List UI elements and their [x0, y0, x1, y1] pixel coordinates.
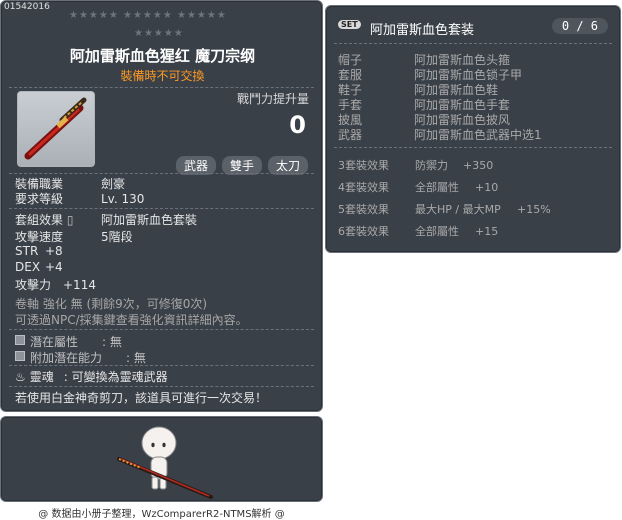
divider — [334, 147, 612, 148]
level-row: 要求等級 Lv. 130 — [15, 190, 144, 207]
footer-credit: @ 数据由小册子整理，WzComparerR2-NTMS解析 @ — [38, 509, 285, 520]
power-increase-label: 戰鬥力提升量 — [237, 92, 310, 106]
set-name: 阿加雷斯血色套装 — [370, 23, 475, 38]
divider — [9, 329, 314, 330]
set-info-panel: SET 阿加雷斯血色套装 0 / 6 帽子 阿加雷斯血色头箍 套服 阿加雷斯血色锁子… — [325, 5, 621, 253]
star-force-row-2: ★★★★★ — [134, 28, 184, 39]
set-part-name: 阿加雷斯血色锁子甲 — [414, 68, 523, 82]
power-increase-value: 0 — [289, 111, 306, 139]
trade-restriction: 裝備時不可交換 — [120, 69, 205, 83]
set-bonus-tier: 6套裝效果 — [338, 225, 389, 238]
soul-row: ♨ 靈魂 : 可變換為靈魂武器 — [15, 368, 168, 385]
soul-label: 靈魂 — [29, 370, 54, 384]
set-bonus-stat: 全部屬性 — [415, 225, 459, 238]
attack-speed-row: 攻擊速度 5階段 — [15, 228, 133, 245]
attack-row: 攻擊力 +114 — [15, 276, 96, 293]
str-label: STR — [15, 244, 39, 258]
item-tooltip-panel: 01542016 ★★★★★ ★★★★★ ★★★★★ ★★★★★ 阿加雷斯血色猩… — [0, 0, 323, 412]
dex-value: +4 — [45, 260, 63, 274]
potential-label: 潛在屬性 — [30, 335, 79, 349]
set-bonus-value: +350 — [463, 159, 494, 172]
str-row: STR +8 — [15, 244, 63, 258]
set-bonus-value: +15% — [517, 203, 551, 216]
set-part-row: 武器 阿加雷斯血色武器中选1 — [338, 126, 542, 143]
divider — [334, 43, 612, 44]
character-preview-panel — [0, 416, 323, 502]
set-equipped-count: 0 / 6 — [551, 18, 608, 34]
level-value: Lv. 130 — [101, 192, 145, 206]
job-value: 劍豪 — [101, 177, 126, 191]
dex-row: DEX +4 — [15, 260, 63, 274]
set-bonus-tier: 5套裝效果 — [338, 203, 389, 216]
str-value: +8 — [45, 244, 63, 258]
item-id: 01542016 — [4, 2, 50, 12]
set-bonus-row: 4套裝效果 全部屬性 +10 — [338, 179, 498, 195]
scissors-note: 若使用白金神奇剪刀，該道具可進行一次交易！ — [15, 391, 268, 405]
set-bonus-tier: 3套裝效果 — [338, 159, 389, 172]
set-bonus-stat: 防禦力 — [415, 159, 448, 172]
soul-flame-icon: ♨ — [15, 370, 26, 384]
set-bonus-tier: 4套裝效果 — [338, 181, 389, 194]
potential-value: : 無 — [102, 335, 122, 349]
potential-icon — [15, 335, 25, 345]
item-icon-frame — [17, 91, 95, 167]
set-part-name: 阿加雷斯血色鞋 — [414, 83, 499, 97]
set-part-name: 阿加雷斯血色武器中选1 — [414, 128, 542, 142]
level-label: 要求等級 — [15, 192, 64, 206]
set-part-name: 阿加雷斯血色披风 — [414, 113, 511, 127]
set-part-slot: 武器 — [338, 128, 363, 142]
bonus-potential-label: 附加潛在能力 — [30, 351, 103, 365]
set-effect-value: 阿加雷斯血色套裝 — [101, 213, 198, 227]
attack-value: +114 — [63, 278, 96, 292]
star-force-row-1: ★★★★★ ★★★★★ ★★★★★ — [69, 10, 227, 21]
scroll-hint: 可透過NPC/採集鍵查看強化資訊詳細內容。 — [15, 313, 248, 327]
divider — [9, 365, 314, 366]
scroll-upgrade-line: 卷軸 強化 無 (剩餘9次，可修復0次) — [15, 297, 208, 311]
set-bonus-stat: 全部屬性 — [415, 181, 459, 194]
bonus-potential-value: : 無 — [126, 351, 146, 365]
set-badge: SET — [338, 20, 361, 29]
set-bonus-stat: 最大HP / 最大MP — [415, 203, 501, 216]
katana-icon — [24, 97, 87, 160]
lock-icon: ▯ — [66, 213, 74, 227]
divider — [9, 87, 314, 88]
set-bonus-value: +10 — [475, 181, 499, 194]
set-bonus-row: 5套裝效果 最大HP / 最大MP +15% — [338, 201, 551, 217]
set-effect-label: 套組效果 — [15, 213, 64, 227]
bonus-potential-row: 附加潛在能力 : 無 — [15, 349, 146, 366]
set-bonus-row: 3套裝效果 防禦力 +350 — [338, 157, 493, 173]
bonus-potential-icon — [15, 351, 25, 361]
divider — [9, 208, 314, 209]
soul-value: : 可變換為靈魂武器 — [63, 370, 168, 384]
set-part-name: 阿加雷斯血色手套 — [414, 98, 511, 112]
divider — [9, 173, 314, 174]
set-effect-row[interactable]: 套組效果 ▯ 阿加雷斯血色套裝 — [15, 211, 197, 228]
attack-speed-label: 攻擊速度 — [15, 230, 64, 244]
character-preview — [117, 426, 213, 499]
set-bonus-row: 6套裝效果 全部屬性 +15 — [338, 223, 498, 239]
dex-label: DEX — [15, 260, 41, 274]
attack-speed-value: 5階段 — [101, 230, 133, 244]
set-bonus-value: +15 — [475, 225, 499, 238]
attack-label: 攻擊力 — [15, 278, 52, 292]
set-part-name: 阿加雷斯血色头箍 — [414, 53, 511, 67]
divider — [9, 386, 314, 387]
potential-row: 潛在屬性 : 無 — [15, 333, 122, 350]
item-name: 阿加雷斯血色猩红 魔刀宗纲 — [69, 47, 256, 65]
